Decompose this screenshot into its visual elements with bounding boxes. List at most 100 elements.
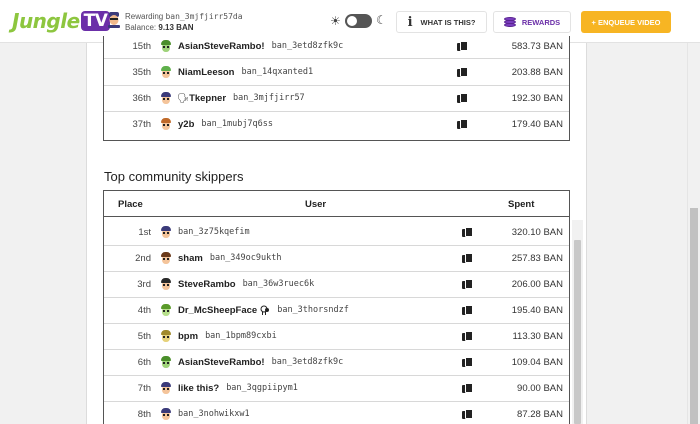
user-address[interactable]: ban_3etd8zfk9c bbox=[272, 41, 344, 51]
user-name[interactable]: bpm bbox=[178, 331, 198, 342]
user-name[interactable]: AsianSteveRambo! bbox=[178, 41, 265, 52]
rewarding-line: Rewarding ban_3mjfjirr57da bbox=[125, 11, 243, 22]
place-cell: 35th bbox=[132, 66, 152, 78]
avatar bbox=[160, 407, 172, 421]
copy-address-icon[interactable] bbox=[462, 409, 473, 419]
user-name[interactable]: NiamLeeson bbox=[178, 67, 235, 78]
user-cell: Dr_McSheepFace ban_3thorsndzf bbox=[160, 303, 349, 317]
avatar bbox=[160, 117, 172, 131]
place-cell: 6th bbox=[137, 356, 151, 368]
user-address[interactable]: ban_14qxanted1 bbox=[242, 67, 314, 77]
toggle-knob bbox=[347, 16, 357, 26]
user-address[interactable]: ban_3qgpiipym1 bbox=[226, 383, 298, 393]
avatar bbox=[160, 225, 172, 239]
copy-address-icon[interactable] bbox=[462, 227, 473, 237]
place-cell: 36th bbox=[132, 92, 152, 104]
user-cell: AsianSteveRambo! ban_3etd8zfk9c bbox=[160, 355, 344, 369]
user-name[interactable]: AsianSteveRambo! bbox=[178, 357, 265, 368]
table-row: 3rd SteveRambo ban_36w3ruec6k 206.00 BAN bbox=[104, 271, 569, 297]
logo-tv-badge: TV bbox=[80, 11, 111, 31]
copy-address-icon[interactable] bbox=[462, 253, 473, 263]
balance-value: 9.13 BAN bbox=[158, 23, 194, 32]
user-cell: sham ban_349oc9ukth bbox=[160, 251, 282, 265]
user-name[interactable]: like this? bbox=[178, 383, 219, 394]
amount-cell: 206.00 BAN bbox=[511, 278, 563, 290]
table-row: 1st ban_3z75kqefim 320.10 BAN bbox=[104, 219, 569, 245]
copy-address-icon[interactable] bbox=[462, 357, 473, 367]
copy-address-icon[interactable] bbox=[462, 279, 473, 289]
moon-icon: ☾ bbox=[376, 13, 387, 27]
place-cell: 4th bbox=[137, 304, 151, 316]
user-cell: ban_3z75kqefim bbox=[160, 225, 250, 239]
user-name[interactable]: sham bbox=[178, 253, 203, 264]
avatar bbox=[160, 381, 172, 395]
place-cell: 1st bbox=[138, 226, 151, 238]
user-address[interactable]: ban_1mubj7q6ss bbox=[201, 119, 273, 129]
user-name-wrap[interactable]: 🗣Tkepner bbox=[177, 93, 226, 104]
amount-cell: 87.28 BAN bbox=[517, 408, 563, 420]
avatar bbox=[160, 251, 172, 265]
what-is-this-button[interactable]: i WHAT IS THIS? bbox=[396, 11, 487, 33]
copy-address-icon[interactable] bbox=[457, 41, 468, 51]
amount-cell: 203.88 BAN bbox=[511, 66, 563, 78]
copy-address-icon[interactable] bbox=[457, 93, 468, 103]
info-icon: i bbox=[407, 14, 413, 30]
amount-cell: 320.10 BAN bbox=[511, 226, 563, 238]
copy-address-icon[interactable] bbox=[462, 383, 473, 393]
user-address[interactable]: ban_3mjfjirr57 bbox=[233, 93, 305, 103]
amount-cell: 257.83 BAN bbox=[511, 252, 563, 264]
sheep-icon bbox=[260, 305, 270, 315]
amount-cell: 179.40 BAN bbox=[511, 118, 563, 130]
enqueue-video-button[interactable]: + ENQUEUE VIDEO bbox=[581, 11, 671, 33]
amount-cell: 195.40 BAN bbox=[511, 304, 563, 316]
avatar bbox=[160, 277, 172, 291]
skippers-table: Place User Spent 1st ban_3z75kqefim 320.… bbox=[103, 190, 570, 424]
user-address[interactable]: ban_36w3ruec6k bbox=[243, 279, 315, 289]
user-cell: y2b ban_1mubj7q6ss bbox=[160, 117, 273, 131]
amount-cell: 90.00 BAN bbox=[517, 382, 563, 394]
place-cell: 2nd bbox=[135, 252, 151, 264]
place-cell: 8th bbox=[137, 408, 151, 420]
user-name[interactable]: SteveRambo bbox=[178, 279, 236, 290]
copy-address-icon[interactable] bbox=[462, 305, 473, 315]
coins-icon bbox=[503, 17, 516, 27]
sun-icon: ☀ bbox=[330, 14, 341, 28]
panel-scrollbar-thumb[interactable] bbox=[574, 240, 581, 424]
place-cell: 5th bbox=[137, 330, 151, 342]
dark-mode-toggle[interactable] bbox=[345, 14, 372, 28]
table-header: Place User Spent bbox=[104, 191, 569, 217]
rewards-button[interactable]: REWARDS bbox=[493, 11, 571, 33]
col-spent-header: Spent bbox=[508, 199, 535, 210]
user-cell: NiamLeeson ban_14qxanted1 bbox=[160, 65, 314, 79]
col-place-header: Place bbox=[118, 199, 143, 210]
avatar bbox=[160, 91, 172, 105]
section-title: Top community skippers bbox=[104, 169, 244, 184]
user-address[interactable]: ban_1bpm89cxbi bbox=[205, 331, 277, 341]
copy-address-icon[interactable] bbox=[457, 67, 468, 77]
user-cell: like this? ban_3qgpiipym1 bbox=[160, 381, 298, 395]
table-row: 4th Dr_McSheepFace ban_3thorsndzf 195.40… bbox=[104, 297, 569, 323]
user-name[interactable]: Dr_McSheepFace bbox=[178, 305, 257, 316]
rewarding-label: Rewarding bbox=[125, 12, 164, 21]
user-cell: AsianSteveRambo! ban_3etd8zfk9c bbox=[160, 39, 344, 53]
amount-cell: 583.73 BAN bbox=[511, 40, 563, 52]
user-address[interactable]: ban_3nohwikxw1 bbox=[178, 409, 250, 419]
jungletv-logo[interactable]: Jungle TV bbox=[12, 8, 111, 34]
rewarding-address: ban_3mjfjirr57da bbox=[165, 12, 243, 21]
place-cell: 7th bbox=[137, 382, 151, 394]
user-address[interactable]: ban_3z75kqefim bbox=[178, 227, 250, 237]
table-row: 8th ban_3nohwikxw1 87.28 BAN bbox=[104, 401, 569, 424]
place-cell: 3rd bbox=[137, 278, 151, 290]
user-cell: bpm ban_1bpm89cxbi bbox=[160, 329, 277, 343]
speaker-icon: 🗣 bbox=[177, 92, 190, 104]
page-scrollbar-thumb[interactable] bbox=[690, 208, 698, 424]
copy-address-icon[interactable] bbox=[462, 331, 473, 341]
user-address[interactable]: ban_3thorsndzf bbox=[277, 305, 349, 315]
user-name[interactable]: y2b bbox=[178, 119, 194, 130]
user-address[interactable]: ban_3etd8zfk9c bbox=[272, 357, 344, 367]
user-address[interactable]: ban_349oc9ukth bbox=[210, 253, 282, 263]
copy-address-icon[interactable] bbox=[457, 119, 468, 129]
enqueue-label: + ENQUEUE VIDEO bbox=[591, 17, 661, 27]
logo-text: Jungle bbox=[12, 9, 80, 33]
user-cell: ban_3nohwikxw1 bbox=[160, 407, 250, 421]
